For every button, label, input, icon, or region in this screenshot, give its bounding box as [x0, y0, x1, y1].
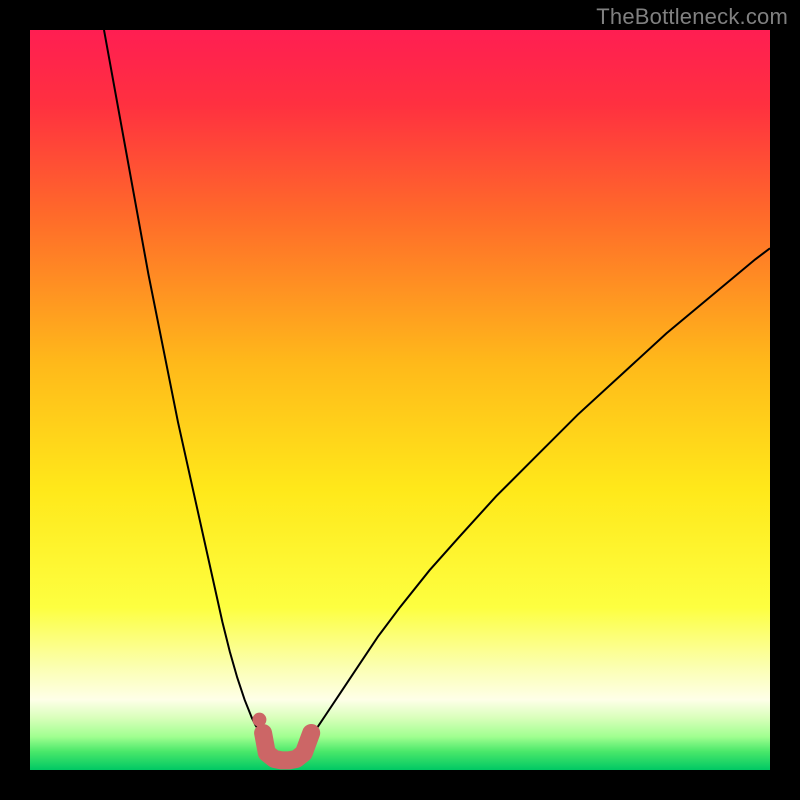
series-left-branch [104, 30, 263, 733]
watermark-text: TheBottleneck.com [596, 4, 788, 30]
series-right-branch [311, 248, 770, 733]
curves-layer [30, 30, 770, 770]
series-marker-path [263, 733, 311, 760]
chart-frame: TheBottleneck.com [0, 0, 800, 800]
plot-area [30, 30, 770, 770]
marker-dot [252, 713, 266, 727]
